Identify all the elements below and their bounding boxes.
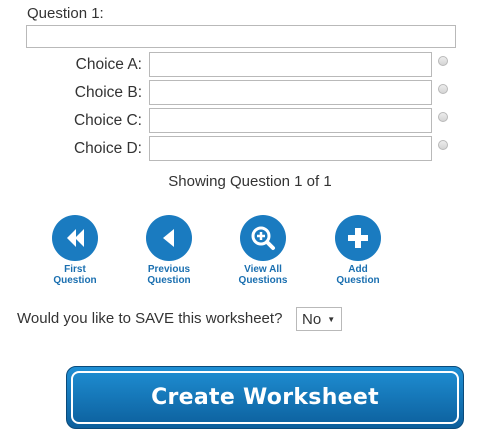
choice-d-radio[interactable] <box>438 140 448 150</box>
choice-d-label: Choice D: <box>73 140 142 157</box>
choice-d-input[interactable] <box>149 136 432 161</box>
question-counter: Showing Question 1 of 1 <box>168 173 332 190</box>
view-all-questions-label: View All Questions <box>238 264 288 286</box>
choice-c-input[interactable] <box>149 108 432 133</box>
first-question-label: First Question <box>53 264 97 286</box>
choice-b-input[interactable] <box>149 80 432 105</box>
first-icon <box>52 215 98 261</box>
choice-a-input[interactable] <box>149 52 432 77</box>
create-worksheet-label: Create Worksheet <box>151 385 379 410</box>
plus-icon <box>335 215 381 261</box>
question-input[interactable] <box>26 25 456 48</box>
choice-a-radio[interactable] <box>438 56 448 66</box>
question-label: Question 1: <box>27 5 104 22</box>
add-question-label: Add Question <box>336 264 380 286</box>
view-all-questions-button[interactable]: View All Questions <box>218 215 308 286</box>
choice-a-label: Choice A: <box>75 56 142 73</box>
choice-b-radio[interactable] <box>438 84 448 94</box>
save-select[interactable]: No ▼ <box>296 307 342 331</box>
choice-c-radio[interactable] <box>438 112 448 122</box>
choice-c-label: Choice C: <box>73 112 142 129</box>
first-question-button[interactable]: First Question <box>30 215 120 286</box>
previous-icon <box>146 215 192 261</box>
save-prompt: Would you like to SAVE this worksheet? <box>17 310 283 327</box>
previous-question-label: Previous Question <box>147 264 191 286</box>
dropdown-arrow-icon: ▼ <box>327 314 336 324</box>
choice-b-label: Choice B: <box>74 84 142 101</box>
create-worksheet-button[interactable]: Create Worksheet <box>66 366 464 429</box>
add-question-button[interactable]: Add Question <box>313 215 403 286</box>
save-select-value: No <box>302 310 322 328</box>
previous-question-button[interactable]: Previous Question <box>124 215 214 286</box>
zoom-in-icon <box>240 215 286 261</box>
